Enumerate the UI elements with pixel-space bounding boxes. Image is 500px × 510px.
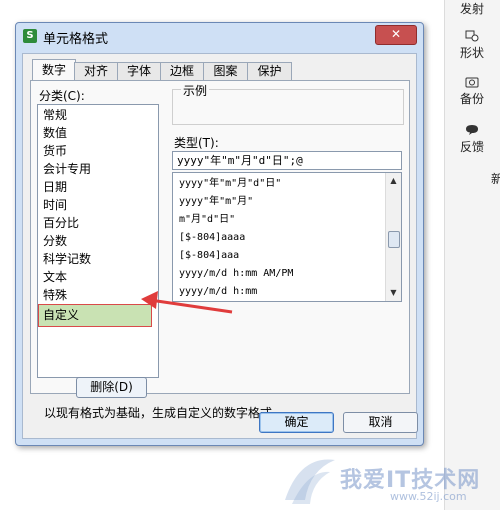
delete-button[interactable]: 删除(D) <box>76 377 147 398</box>
type-input[interactable]: yyyy"年"m"月"d"日";@ <box>172 151 402 170</box>
category-item[interactable]: 特殊 <box>43 287 67 304</box>
sidebar-item-send[interactable]: 发射 <box>449 0 495 17</box>
scroll-up-icon[interactable]: ▲ <box>388 175 399 186</box>
category-item[interactable]: 科学记数 <box>43 251 91 268</box>
tab-font[interactable]: 字体 <box>117 62 161 80</box>
format-item[interactable]: yyyy"年"m"月" <box>179 193 253 210</box>
sidebar-item-label: 发射 <box>459 2 484 16</box>
format-item[interactable]: yyyy/m/d h:mm AM/PM <box>179 265 293 282</box>
category-label: 分类(C): <box>39 89 85 103</box>
scroll-thumb[interactable] <box>388 231 400 248</box>
sidebar-item-label: 反馈 <box>459 140 484 154</box>
category-item[interactable]: 常规 <box>43 107 67 124</box>
category-list[interactable]: 常规 数值 货币 会计专用 日期 时间 百分比 分数 科学记数 文本 特殊 自定… <box>37 104 159 378</box>
category-item[interactable]: 货币 <box>43 143 67 160</box>
shape-icon <box>465 30 479 42</box>
dialog-body: 数字 对齐 字体 边框 图案 保护 分类(C): 常规 数值 货币 会计专用 日… <box>22 53 418 439</box>
preview-group: 示例 <box>172 82 404 125</box>
dialog-titlebar[interactable]: S 单元格格式 ✕ <box>16 23 423 49</box>
format-description: 以现有格式为基础，生成自定义的数字格式。 <box>44 406 285 420</box>
watermark-url: www.52ij.com <box>390 490 467 503</box>
ok-button[interactable]: 确定 <box>259 412 334 433</box>
format-item[interactable]: yyyy/m/d h:mm <box>179 283 257 300</box>
category-item[interactable]: 日期 <box>43 179 67 196</box>
watermark: 我爱IT技术网 www.52ij.com <box>270 450 500 510</box>
tab-border[interactable]: 边框 <box>160 62 204 80</box>
tab-pattern[interactable]: 图案 <box>203 62 248 80</box>
category-item[interactable]: 时间 <box>43 197 67 214</box>
format-item[interactable]: yyyy"年"m"月"d"日" <box>179 175 281 192</box>
format-item[interactable]: [$-804]aaa <box>179 247 239 264</box>
app-icon: S <box>23 29 37 43</box>
cancel-button[interactable]: 取消 <box>343 412 418 433</box>
format-list-scrollbar[interactable]: ▲ ▼ <box>385 173 401 301</box>
sidebar-item-feedback[interactable]: 反馈 <box>449 124 495 155</box>
category-item[interactable]: 百分比 <box>43 215 79 232</box>
category-item[interactable]: 会计专用 <box>43 161 91 178</box>
sidebar-item-label: 备份 <box>459 92 484 106</box>
format-list[interactable]: yyyy"年"m"月"d"日" yyyy"年"m"月" m"月"d"日" [$-… <box>172 172 402 302</box>
feedback-icon <box>466 125 478 135</box>
type-label: 类型(T): <box>174 136 219 150</box>
sidebar-item-shape[interactable]: 形状 <box>449 30 495 61</box>
sidebar-edge-text: 新 <box>491 172 500 186</box>
backup-icon <box>465 77 479 88</box>
tab-alignment[interactable]: 对齐 <box>74 62 118 80</box>
tab-protection[interactable]: 保护 <box>247 62 292 80</box>
tab-number[interactable]: 数字 <box>32 59 76 81</box>
preview-label: 示例 <box>181 82 210 99</box>
sidebar-item-label: 形状 <box>459 46 484 60</box>
category-item[interactable]: 数值 <box>43 125 67 142</box>
format-item[interactable]: [$-804]aaaa <box>179 229 245 246</box>
format-item[interactable]: m"月"d"日" <box>179 211 235 228</box>
format-cells-dialog: S 单元格格式 ✕ 数字 对齐 字体 边框 图案 保护 分类(C): 常规 数值… <box>15 22 424 446</box>
category-item-selected[interactable]: 自定义 <box>38 304 152 327</box>
sidebar-item-backup[interactable]: 备份 <box>449 76 495 107</box>
scroll-down-icon[interactable]: ▼ <box>388 287 399 298</box>
watermark-logo-icon <box>285 459 335 504</box>
tab-panel-number: 分类(C): 常规 数值 货币 会计专用 日期 时间 百分比 分数 科学记数 文… <box>30 80 410 420</box>
category-item[interactable]: 分数 <box>43 233 67 250</box>
close-button[interactable]: ✕ <box>375 25 417 45</box>
category-item[interactable]: 文本 <box>43 269 67 286</box>
dialog-title: 单元格格式 <box>43 32 109 47</box>
right-sidebar: 发射 形状 备份 反馈 新 <box>444 0 500 510</box>
